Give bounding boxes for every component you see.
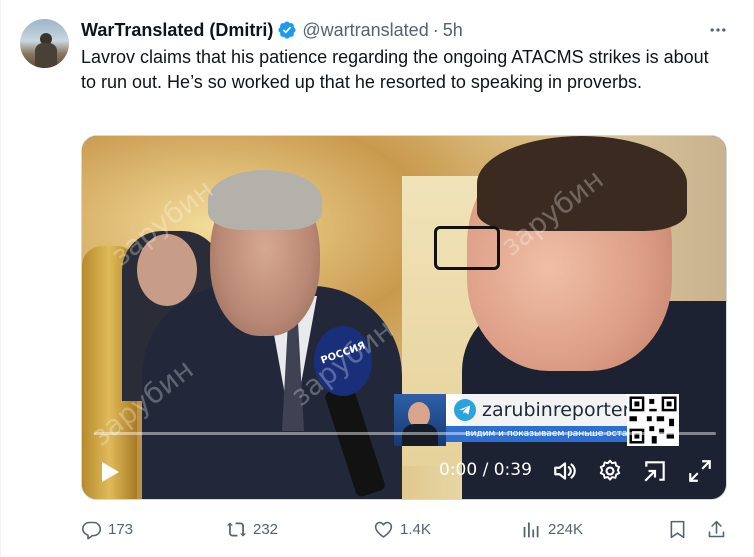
tweet-actions-bar: 173 232 1.4K 224K (81, 514, 731, 544)
video-player[interactable]: РОССИЯ зарубин зарубин зарубин зарубин z… (81, 135, 727, 500)
play-icon[interactable] (100, 461, 120, 483)
video-timecode: 0:00 / 0:39 (439, 460, 532, 480)
views-count: 224K (548, 520, 584, 538)
share-icon (708, 520, 725, 537)
telegram-icon (454, 399, 476, 421)
like-count: 1.4K (400, 520, 431, 538)
views-bar-chart-icon (523, 522, 539, 537)
video-progress-bar[interactable] (94, 432, 716, 435)
fullscreen-icon[interactable] (687, 458, 713, 484)
tweet-card: WarTranslated (Dmitri) @wartranslated · … (0, 0, 754, 557)
video-controls: 0:00 / 0:39 (82, 446, 726, 499)
repost-icon (226, 521, 247, 537)
tweet-timestamp[interactable]: 5h (443, 20, 463, 41)
author-handle[interactable]: @wartranslated (302, 20, 428, 41)
repost-button[interactable]: 232 (226, 514, 278, 544)
qr-code-icon (627, 394, 679, 446)
avatar-body (35, 43, 57, 68)
reply-count: 173 (108, 520, 134, 538)
bookmark-button[interactable] (667, 514, 688, 544)
verified-badge-icon[interactable] (277, 20, 297, 40)
like-button[interactable]: 1.4K (373, 514, 431, 544)
reply-button[interactable]: 173 (81, 514, 133, 544)
separator-dot: · (432, 19, 439, 40)
avatar[interactable] (20, 19, 69, 68)
speaker-hair (208, 170, 322, 230)
tweet-header: WarTranslated (Dmitri) @wartranslated · … (81, 18, 463, 42)
reply-icon (81, 521, 102, 539)
views-button[interactable]: 224K (521, 514, 583, 544)
channel-thumbnail (394, 394, 446, 446)
channel-name: zarubinreporter (482, 399, 631, 421)
reporter-glasses (434, 226, 500, 270)
tweet-text: Lavrov claims that his patience regardin… (81, 47, 709, 92)
heart-icon (374, 521, 393, 538)
bookmark-icon (670, 520, 685, 538)
more-options-icon[interactable] (707, 20, 729, 40)
settings-gear-icon[interactable] (597, 458, 623, 484)
repost-count: 232 (253, 520, 279, 538)
author-name[interactable]: WarTranslated (Dmitri) (81, 20, 273, 41)
pop-out-icon[interactable] (642, 458, 668, 484)
volume-icon[interactable] (552, 458, 578, 484)
share-button[interactable] (706, 514, 727, 544)
